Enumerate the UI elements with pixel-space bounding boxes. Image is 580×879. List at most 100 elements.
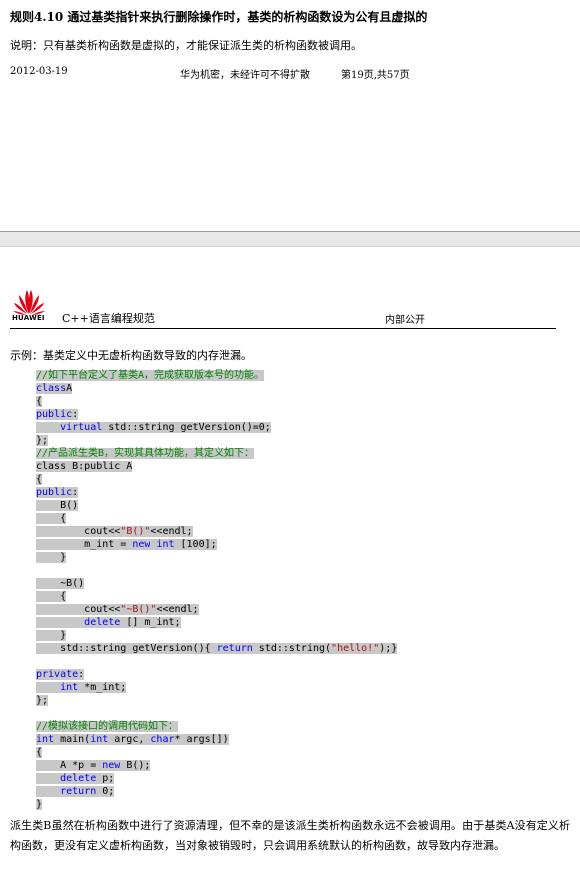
code-token: class B:public A (36, 461, 133, 472)
example-heading: 示例：基类定义中无虚析构函数导致的内存泄漏。 (10, 349, 252, 362)
code-token: p; (96, 773, 115, 784)
code-token: { (60, 513, 67, 524)
code-token: public (36, 487, 73, 498)
rule-title: 规则4.10 通过基类指针来执行删除操作时，基类的析构函数设为公有且虚拟的 (10, 10, 428, 24)
code-token: } (36, 799, 43, 810)
code-line: //产品派生类B，实现其具体功能，其定义如下： (36, 447, 397, 460)
code-token: cout<< (84, 526, 121, 537)
classification-label: 内部公开 (385, 315, 425, 326)
code-token: int (90, 734, 109, 745)
code-line: }; (36, 694, 397, 707)
code-token: int (60, 682, 79, 693)
code-token: *m_int; (78, 682, 127, 693)
code-line: A *p = new B(); (36, 759, 397, 772)
code-token: int (36, 734, 55, 745)
code-line: { (36, 512, 397, 525)
code-token: std::string( (252, 643, 332, 654)
footer-date: 2012-03-19 (10, 66, 68, 77)
code-token: : (72, 409, 79, 420)
code-line: private: (36, 668, 397, 681)
code-token: delete (60, 773, 97, 784)
code-token: A (66, 383, 73, 394)
code-line: } (36, 629, 397, 642)
code-token: argc, (108, 734, 151, 745)
code-token: "~B()" (120, 604, 157, 615)
code-token: { (36, 474, 43, 485)
code-line: //模拟该接口的调用代码如下： (36, 720, 397, 733)
code-token: //模拟该接口的调用代码如下： (36, 721, 179, 732)
code-token: //如下平台定义了基类A，完成获取版本号的功能。 (36, 370, 265, 381)
code-line: B() (36, 499, 397, 512)
page-break (0, 231, 580, 247)
code-line: cout<<"~B()"<<endl; (36, 603, 397, 616)
code-token: //产品派生类B，实现其具体功能，其定义如下： (36, 448, 255, 459)
code-line: cout<<"B()"<<endl; (36, 525, 397, 538)
code-line: classA (36, 382, 397, 395)
code-line: delete [] m_int; (36, 616, 397, 629)
code-token: : (72, 487, 79, 498)
code-token: return (216, 643, 253, 654)
code-token: { (36, 396, 43, 407)
code-line: delete p; (36, 772, 397, 785)
code-token: delete (84, 617, 121, 628)
document-title: C++语言编程规范 (62, 312, 155, 325)
rule-note: 说明：只有基类析构函数是虚拟的，才能保证派生类的析构函数被调用。 (10, 39, 362, 52)
code-token: "B()" (120, 526, 151, 537)
code-line: std::string getVersion(){ return std::st… (36, 642, 398, 655)
code-line: { (36, 395, 397, 408)
code-line: virtual std::string getVersion()=0; (36, 421, 397, 434)
code-line: { (36, 473, 397, 486)
code-line: int *m_int; (36, 681, 397, 694)
code-token: <<endl; (156, 604, 199, 615)
code-token: A *p = (60, 760, 103, 771)
code-line: return 0; (36, 785, 397, 798)
code-token: [100]; (174, 539, 217, 550)
code-line: } (36, 551, 397, 564)
code-token: { (36, 747, 43, 758)
code-token: B(); (120, 760, 151, 771)
code-line: class B:public A (36, 460, 397, 473)
logo-text: HUAWEI (12, 314, 45, 322)
explanation-paragraph: 派生类B虽然在析构函数中进行了资源清理，但不幸的是该派生类析构函数永远不会被调用… (10, 819, 570, 852)
code-token: main( (54, 734, 91, 745)
code-token: );} (379, 643, 398, 654)
code-line: int main(int argc, char* args[]) (36, 733, 397, 746)
code-token: int (156, 539, 175, 550)
header-divider (10, 328, 556, 329)
code-token: [] m_int; (120, 617, 181, 628)
code-token: }; (36, 695, 49, 706)
code-token: ~B() (60, 578, 85, 589)
code-token: } (60, 552, 67, 563)
code-token: : (78, 669, 85, 680)
code-token: public (36, 409, 73, 420)
code-line: }; (36, 434, 397, 447)
code-token: * args[]) (174, 734, 229, 745)
code-block: //如下平台定义了基类A，完成获取版本号的功能。 classA{public: v… (36, 369, 398, 811)
code-line: public: (36, 486, 397, 499)
code-line: { (36, 590, 397, 603)
code-line: //如下平台定义了基类A，完成获取版本号的功能。 (36, 369, 397, 382)
footer-page-number: 第19页,共57页 (341, 70, 410, 81)
code-token: virtual (60, 422, 103, 433)
code-token: private (36, 669, 79, 680)
footer-confidential: 华为机密，未经许可不得扩散 (180, 70, 310, 81)
code-token: std::string getVersion(){ (60, 643, 217, 654)
code-line: m_int = new int [100]; (36, 538, 397, 551)
code-token: B() (60, 500, 79, 511)
code-token: "hello!" (331, 643, 380, 654)
code-line: public: (36, 408, 397, 421)
code-token: { (60, 591, 67, 602)
code-token: <<endl; (150, 526, 193, 537)
code-line: } (36, 798, 397, 811)
code-line: ~B() (36, 577, 397, 590)
code-token: 0; (96, 786, 115, 797)
code-token: new (102, 760, 121, 771)
code-token: cout<< (84, 604, 121, 615)
code-token: return (60, 786, 97, 797)
code-token: class (36, 383, 67, 394)
code-token: m_int = (84, 539, 133, 550)
code-token: new (132, 539, 151, 550)
